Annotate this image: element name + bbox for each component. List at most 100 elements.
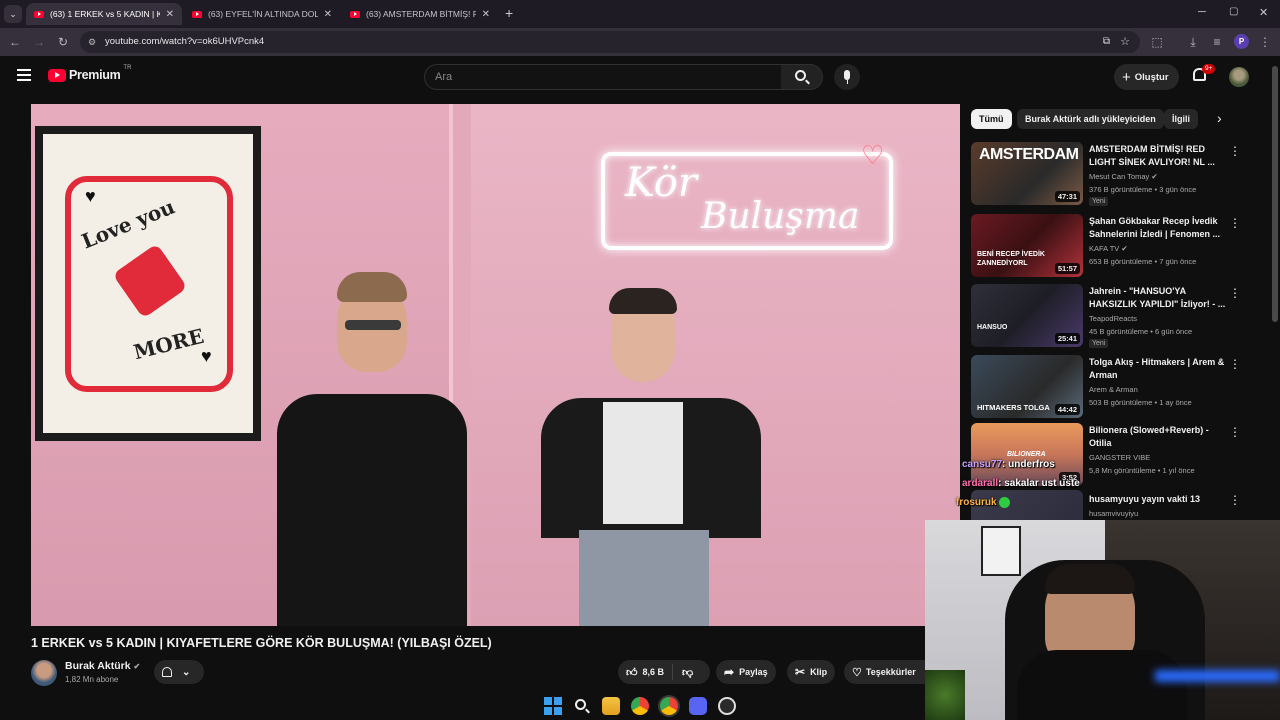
recommendation-channel[interactable]: husamvivuyiyu: [1089, 509, 1138, 518]
share-button[interactable]: ➦ Paylaş: [716, 660, 776, 684]
create-button[interactable]: + Oluştur: [1114, 64, 1179, 90]
video-thumbnail[interactable]: BENİ RECEP İVEDİK ZANNEDİYORL 51:57: [971, 214, 1083, 277]
back-icon[interactable]: ←: [8, 35, 22, 49]
recommendation-title[interactable]: husamyuyu yayın vakti 13: [1089, 493, 1227, 506]
browser-tab[interactable]: (63) EYFEL'İN ALTINDA DOLANDIRILDIK! ✕: [184, 3, 340, 25]
recommendation-channel[interactable]: GANGSTER VIBE: [1089, 453, 1150, 462]
more-options-icon[interactable]: ⋮: [1229, 144, 1241, 158]
recommendation-item[interactable]: AMSTERDAM 47:31 AMSTERDAM BİTMİŞ! RED LI…: [971, 142, 1241, 206]
more-options-icon[interactable]: ⋮: [1229, 286, 1241, 300]
neon-heart-icon: ♡: [861, 140, 885, 170]
voice-search-button[interactable]: [834, 64, 860, 90]
like-button[interactable]: 👍︎ 8,6 B: [618, 664, 674, 680]
channel-name-text: Burak Aktürk: [65, 660, 131, 672]
view-count: 45 B görüntüleme: [1089, 327, 1149, 336]
browser-tab-active[interactable]: (63) 1 ERKEK vs 5 KADIN | KIYAFETLERE ✕: [26, 3, 182, 25]
more-options-icon[interactable]: ⋮: [1229, 357, 1241, 371]
reload-icon[interactable]: ↻: [56, 35, 70, 49]
close-icon[interactable]: ✕: [482, 9, 490, 20]
notifications-button[interactable]: 9+: [1193, 64, 1216, 81]
browser-menu-icon[interactable]: ⋮: [1258, 35, 1272, 49]
tab-search-button[interactable]: ⌄: [4, 5, 22, 23]
search-button[interactable]: [781, 64, 823, 90]
video-player[interactable]: Love you MORE ♥ ♥ Kör Buluşma ♡: [31, 104, 960, 626]
close-icon[interactable]: ✕: [324, 9, 332, 20]
streamer-webcam: [925, 520, 1280, 720]
account-avatar[interactable]: [1229, 67, 1249, 87]
thumbs-down-icon: 👎︎: [682, 666, 694, 679]
video-thumbnail[interactable]: BILIONERA 3:52: [971, 423, 1083, 486]
video-thumbnail[interactable]: HITMAKERS TOLGA 44:42: [971, 355, 1083, 418]
recommendation-title[interactable]: AMSTERDAM BİTMİŞ! RED LIGHT SİNEK AVLIYO…: [1089, 143, 1227, 168]
clip-label: Klip: [810, 667, 828, 677]
maximize-window-button[interactable]: ▢: [1229, 6, 1238, 17]
new-tab-button[interactable]: +: [505, 5, 513, 21]
clip-button[interactable]: ✂ Klip: [787, 660, 836, 684]
tab-title: (63) 1 ERKEK vs 5 KADIN | KIYAFETLERE: [50, 9, 160, 19]
chip-all[interactable]: Tümü: [971, 109, 1012, 129]
person-right: [531, 288, 771, 626]
thumbnail-text: BILIONERA: [1007, 451, 1046, 458]
recommendation-item[interactable]: husamyuyu yayın vakti 13 husamvivuyiyu ⋮: [971, 490, 1241, 520]
recommendation-channel[interactable]: KAFA TV ✔: [1089, 244, 1128, 253]
recommendation-title[interactable]: Bilionera (Slowed+Reverb) - Otilia: [1089, 424, 1227, 449]
extensions-icon[interactable]: ⬚: [1150, 35, 1164, 49]
recommendation-title[interactable]: Jahrein - "HANSUO'YA HAKSIZLIK YAPILDI" …: [1089, 285, 1227, 310]
minimize-window-button[interactable]: ─: [1198, 6, 1206, 18]
discord-icon[interactable]: [689, 697, 707, 715]
chrome-profile-icon[interactable]: [660, 697, 678, 715]
more-options-icon[interactable]: ⋮: [1229, 425, 1241, 439]
channel-name: Mesut Can Tomay: [1089, 172, 1150, 181]
site-info-icon[interactable]: ⚙: [88, 31, 96, 53]
video-thumbnail[interactable]: HANSUO 25:41: [971, 284, 1083, 347]
youtube-favicon-icon: [350, 10, 360, 18]
forward-icon[interactable]: →: [32, 35, 46, 49]
recommendation-item[interactable]: HITMAKERS TOLGA 44:42 Tolga Akış - Hitma…: [971, 355, 1241, 419]
verified-icon: ✔: [133, 662, 141, 671]
search-icon[interactable]: [573, 697, 591, 715]
more-options-icon[interactable]: ⋮: [1229, 216, 1241, 230]
reading-list-icon[interactable]: ≡: [1210, 35, 1224, 49]
downloads-icon[interactable]: ⤓: [1186, 35, 1200, 50]
recommendation-channel[interactable]: TeapodReacts: [1089, 314, 1137, 323]
address-bar[interactable]: ⚙ youtube.com/watch?v=ok6UHVPcnk4 ⧉ ☆: [80, 31, 1140, 53]
recommendation-title[interactable]: Şahan Gökbakar Recep İvedik Sahnelerini …: [1089, 215, 1227, 240]
chrome-icon[interactable]: [631, 697, 649, 715]
subscribe-notifications-button[interactable]: ⌄: [154, 660, 204, 684]
chip-related[interactable]: İlgili: [1164, 109, 1198, 129]
close-window-button[interactable]: ✕: [1259, 6, 1268, 19]
view-count: 653 B görüntüleme: [1089, 257, 1153, 266]
recommendation-channel[interactable]: Mesut Can Tomay ✔: [1089, 172, 1158, 181]
search-input[interactable]: Ara: [424, 64, 782, 90]
dislike-button[interactable]: 👎︎: [673, 666, 702, 679]
file-explorer-icon[interactable]: [602, 697, 620, 715]
chat-username: cansu77: [962, 459, 1003, 470]
recommendation-channel[interactable]: Arem & Arman: [1089, 385, 1138, 394]
profile-avatar[interactable]: P: [1234, 34, 1249, 49]
windows-start-icon[interactable]: [544, 697, 562, 715]
obs-icon[interactable]: [718, 697, 736, 715]
bell-icon: [162, 667, 172, 677]
install-app-icon[interactable]: ⧉: [1103, 31, 1110, 53]
video-thumbnail[interactable]: AMSTERDAM 47:31: [971, 142, 1083, 205]
bookmark-star-icon[interactable]: ☆: [1120, 31, 1130, 53]
channel-avatar[interactable]: [31, 660, 57, 686]
upload-age: 3 gün önce: [1159, 185, 1197, 194]
hamburger-menu-icon[interactable]: [17, 69, 31, 81]
neon-text: Kör: [625, 160, 698, 206]
chip-from-uploader[interactable]: Burak Aktürk adlı yükleyiciden: [1017, 109, 1164, 129]
recommendation-title[interactable]: Tolga Akış - Hitmakers | Arem & Arman: [1089, 356, 1227, 381]
browser-tab[interactable]: (63) AMSTERDAM BİTMİŞ! RED LIGHT ✕: [342, 3, 498, 25]
close-icon[interactable]: ✕: [166, 9, 174, 20]
like-dislike-group: 👍︎ 8,6 B 👎︎: [618, 660, 710, 684]
youtube-logo[interactable]: Premium TR: [48, 65, 131, 82]
recommendation-item[interactable]: HANSUO 25:41 Jahrein - "HANSUO'YA HAKSIZ…: [971, 284, 1241, 348]
duration-badge: 51:57: [1054, 263, 1080, 274]
thanks-button[interactable]: ♡ Teşekkürler: [844, 660, 925, 684]
chevron-right-icon[interactable]: ›: [1217, 110, 1222, 126]
recommendation-item[interactable]: BENİ RECEP İVEDİK ZANNEDİYORL 51:57 Şaha…: [971, 214, 1241, 278]
more-options-icon[interactable]: ⋮: [1229, 493, 1241, 507]
page-scrollbar[interactable]: [1272, 66, 1278, 322]
channel-name[interactable]: Burak Aktürk ✔: [65, 660, 140, 672]
chat-username: ardarall: [962, 478, 999, 489]
